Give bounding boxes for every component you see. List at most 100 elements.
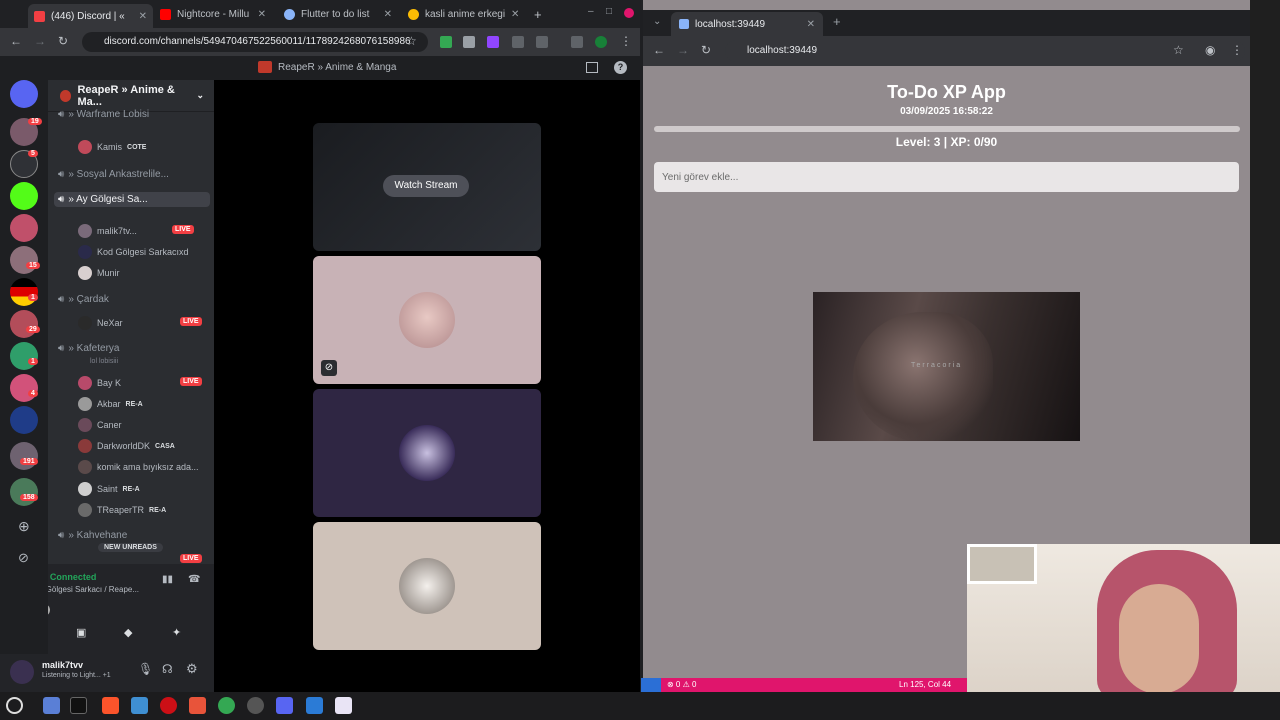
server-icon[interactable] [10,310,38,338]
forward-arrow-icon[interactable]: → [677,43,689,57]
add-server-icon[interactable]: ⊕ [18,518,30,535]
voice-member[interactable]: DarkworldDK CASA [78,439,175,453]
voice-member[interactable]: Bay K [78,376,121,390]
watch-stream-button[interactable]: Watch Stream [383,175,469,197]
remote-icon[interactable] [641,678,661,692]
screen-share-icon[interactable]: ▣ [76,626,86,639]
kick-server-icon[interactable] [10,182,38,210]
server-icon[interactable] [10,342,38,370]
app-icon[interactable] [131,697,148,714]
media-icon[interactable] [571,36,583,48]
shield-extension-icon[interactable] [440,36,452,48]
headphones-icon[interactable]: ☊ [162,662,173,676]
voice-channel[interactable]: 🔊︎» Sosyal Ankastrelile... [58,169,169,180]
voice-member[interactable]: malik7tv... [78,224,137,238]
discover-compass-icon[interactable]: ⊘ [18,550,29,566]
new-tab-button[interactable]: + [833,14,841,29]
app-icon[interactable] [247,697,264,714]
extension-icon[interactable] [463,36,475,48]
app-icon[interactable] [189,697,206,714]
voice-channel-active[interactable]: 🔊︎» Ay Gölgesi Sa... [54,192,210,207]
voice-member[interactable]: TReaperTR RE-A [78,503,166,517]
opera-icon[interactable] [160,697,177,714]
close-icon[interactable]: ✕ [807,19,815,30]
profile-icon[interactable]: ◉ [1205,43,1215,57]
close-icon[interactable]: ✕ [511,9,519,20]
voice-channel-path[interactable]: » Ay Gölgesi Sarkacı / Reape... [48,585,139,594]
voice-member[interactable]: Caner [78,418,122,432]
new-tab-button[interactable]: + [528,4,548,24]
forward-arrow-icon[interactable]: → [34,34,46,48]
help-icon[interactable]: ? [614,61,627,74]
tab-flutter[interactable]: Flutter to do list ✕ [278,4,398,24]
menu-kebab-icon[interactable]: ⋮ [1231,43,1243,57]
voice-member[interactable]: Kod Gölgesi Sarkacıxd [78,245,189,259]
file-manager-icon[interactable] [43,697,60,714]
voice-channel[interactable]: 🔊︎» Warframe Lobisi [58,109,149,120]
voice-member[interactable]: Munir [78,266,120,280]
activity-icon[interactable]: ◆ [124,626,132,639]
server-header[interactable]: ReapeR » Anime & Ma... ⌄ [48,80,214,112]
brave-browser-icon[interactable] [102,697,119,714]
reload-icon[interactable]: ↻ [58,34,68,48]
stream-preview-tile[interactable]: Watch Stream [313,123,541,251]
server-icon[interactable] [10,478,38,506]
participant-tile[interactable] [313,522,541,650]
close-icon[interactable]: ✕ [384,9,392,20]
back-arrow-icon[interactable]: ← [653,43,665,57]
tab-localhost[interactable]: localhost:39449 ✕ [671,12,823,36]
vscode-icon[interactable] [306,697,323,714]
translate-extension-icon[interactable] [512,36,524,48]
back-arrow-icon[interactable]: ← [10,34,22,48]
minimize-icon[interactable]: – [588,6,594,17]
new-task-input[interactable] [654,162,1239,192]
server-icon[interactable] [10,214,38,242]
voice-member[interactable]: Akbar RE-A [78,397,143,411]
signal-icon[interactable]: ▮▮ [162,574,173,585]
profile-avatar[interactable] [595,36,607,48]
voice-member[interactable]: Kamis COTE [78,140,146,154]
soundboard-icon[interactable]: ✦ [172,626,181,639]
server-icon[interactable] [10,442,38,470]
tab-nightcore[interactable]: Nightcore - Millu ✕ [154,4,272,24]
discord-home-icon[interactable] [10,80,38,108]
participant-tile[interactable] [313,389,541,517]
puzzle-extension-icon[interactable] [536,36,548,48]
chrome-icon[interactable] [218,697,235,714]
problems-count[interactable]: ⊗ 0 ⚠ 0 [667,680,696,689]
chevron-down-icon[interactable]: ⌄ [196,90,204,101]
voice-member[interactable]: komik ama bıyıksız ada... [78,460,199,474]
voice-channel[interactable]: 🔊︎» Kahvehane [58,530,127,541]
start-menu-icon[interactable] [6,697,23,714]
menu-kebab-icon[interactable]: ⋮ [620,34,632,48]
user-avatar[interactable] [10,660,34,684]
server-icon[interactable] [10,374,38,402]
voice-member[interactable]: Saint RE-A [78,482,140,496]
discord-icon[interactable] [276,697,293,714]
reload-icon[interactable]: ↻ [701,43,711,57]
close-window-icon[interactable] [624,8,634,18]
voice-channel[interactable]: 🔊︎» Çardak [58,294,109,305]
gear-icon[interactable]: ⚙ [186,661,198,677]
cursor-position[interactable]: Ln 125, Col 44 [899,680,951,689]
microphone-icon[interactable]: 🎙︎ [138,662,153,676]
bookmark-star-icon[interactable]: ☆ [1173,43,1184,57]
inbox-icon[interactable] [586,62,598,73]
uk-server-icon[interactable] [10,406,38,434]
close-icon[interactable]: ✕ [258,9,266,20]
url-field[interactable]: discord.com/channels/549470467522560011/… [82,32,428,52]
close-icon[interactable]: ✕ [139,11,147,22]
voice-channel[interactable]: 🔊︎» Kafeterya [58,343,119,354]
voice-member[interactable]: NeXar [78,316,123,330]
disconnect-icon[interactable]: ☎ [188,574,200,585]
url-field[interactable]: localhost:39449 [725,40,1245,62]
new-unreads-pill[interactable]: NEW UNREADS [98,543,163,552]
participant-tile[interactable]: ⊘ [313,256,541,384]
twitch-extension-icon[interactable] [487,36,499,48]
server-icon[interactable] [10,278,38,306]
tab-search-chevron-icon[interactable]: ⌄ [653,16,661,27]
tab-discord[interactable]: (446) Discord | « ✕ [28,4,153,28]
server-icon[interactable] [10,246,38,274]
app-icon[interactable] [335,697,352,714]
maximize-icon[interactable]: □ [606,6,612,17]
